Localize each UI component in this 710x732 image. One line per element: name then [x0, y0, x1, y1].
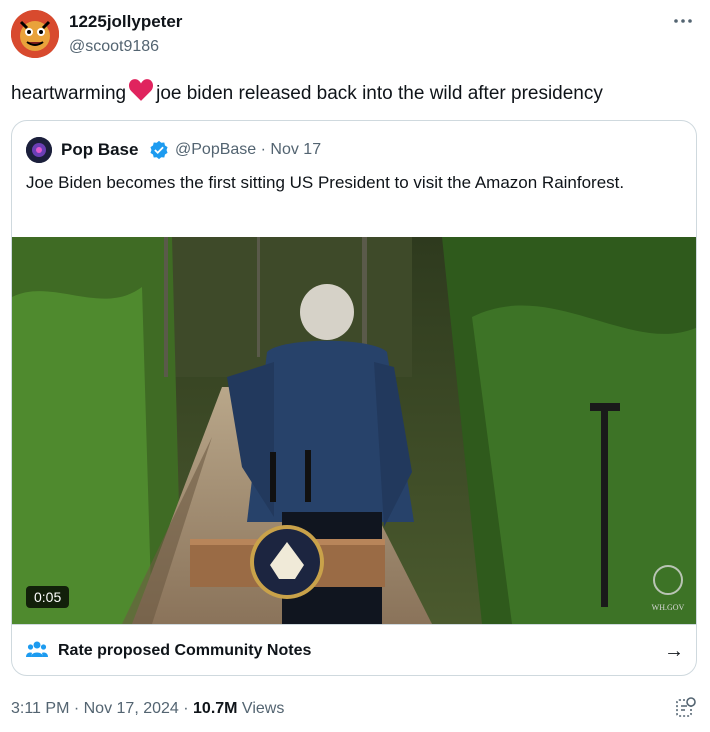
rate-community-notes-button[interactable]: Rate proposed Community Notes →: [12, 624, 696, 675]
author-handle[interactable]: @scoot9186: [69, 38, 159, 56]
community-notes-label: Rate proposed Community Notes: [58, 642, 312, 659]
views-label: Views: [237, 700, 285, 717]
tweet-text-start: heartwarming: [11, 83, 127, 104]
quote-author-avatar[interactable]: [26, 137, 52, 163]
tweet-timestamp[interactable]: 3:11 PM · Nov 17, 2024 ·: [11, 700, 193, 717]
verified-badge-icon: [149, 140, 169, 165]
rainforest-video-frame: WH.GOV: [12, 237, 696, 624]
more-options-icon[interactable]: [672, 10, 694, 32]
author-avatar[interactable]: [11, 10, 59, 58]
quote-handle-date[interactable]: @PopBase · Nov 17: [175, 141, 321, 159]
tweet-meta: 3:11 PM · Nov 17, 2024 · 10.7M Views: [11, 700, 284, 718]
grok-analyze-icon[interactable]: [674, 696, 698, 720]
arrow-right-icon: →: [664, 639, 684, 662]
people-icon: [26, 640, 48, 663]
author-display-name[interactable]: 1225jollypeter: [69, 12, 182, 32]
tweet-text-end: joe biden released back into the wild af…: [156, 83, 603, 104]
quote-author-name[interactable]: Pop Base: [61, 140, 138, 160]
video-player[interactable]: WH.GOV 0:05: [12, 237, 696, 624]
quoted-tweet[interactable]: Pop Base @PopBase · Nov 17 Joe Biden bec…: [11, 120, 697, 676]
video-watermark: WH.GOV: [652, 603, 685, 612]
video-duration: 0:05: [26, 586, 70, 608]
tweet-text: heartwarming joe biden released back int…: [11, 78, 603, 110]
red-heart-icon: [128, 78, 154, 110]
quote-text: Joe Biden becomes the first sitting US P…: [26, 173, 625, 192]
views-count: 10.7M: [193, 700, 238, 717]
